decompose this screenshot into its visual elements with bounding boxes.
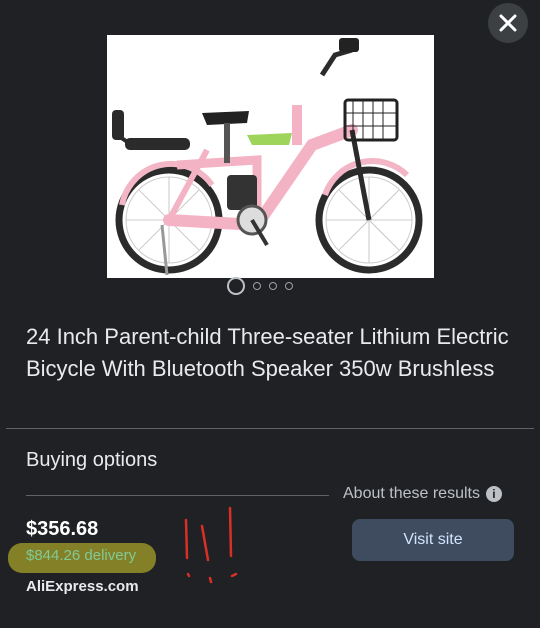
about-these-results-link[interactable]: About these results i <box>343 485 502 503</box>
carousel-dot[interactable] <box>269 282 277 290</box>
close-button[interactable] <box>488 3 528 43</box>
divider <box>26 495 329 496</box>
info-icon: i <box>485 486 502 502</box>
visit-site-button[interactable]: Visit site <box>352 519 514 561</box>
exclamation-annotation <box>184 506 238 584</box>
seller-name: AliExpress.com <box>26 578 139 595</box>
delivery-cost: $844.26 delivery <box>26 547 137 564</box>
product-title: 24 Inch Parent-child Three-seater Lithiu… <box>26 324 509 381</box>
about-label: About these results <box>343 485 480 502</box>
buying-options-heading: Buying options <box>26 449 158 471</box>
bicycle-image <box>112 38 423 276</box>
close-icon <box>499 14 517 32</box>
price: $356.68 <box>26 518 99 540</box>
divider <box>6 428 534 429</box>
carousel-dot[interactable] <box>253 282 261 290</box>
product-image[interactable] <box>107 35 434 278</box>
carousel-dot[interactable] <box>227 277 245 295</box>
carousel-dot[interactable] <box>285 282 293 290</box>
image-carousel-dots <box>227 276 293 296</box>
